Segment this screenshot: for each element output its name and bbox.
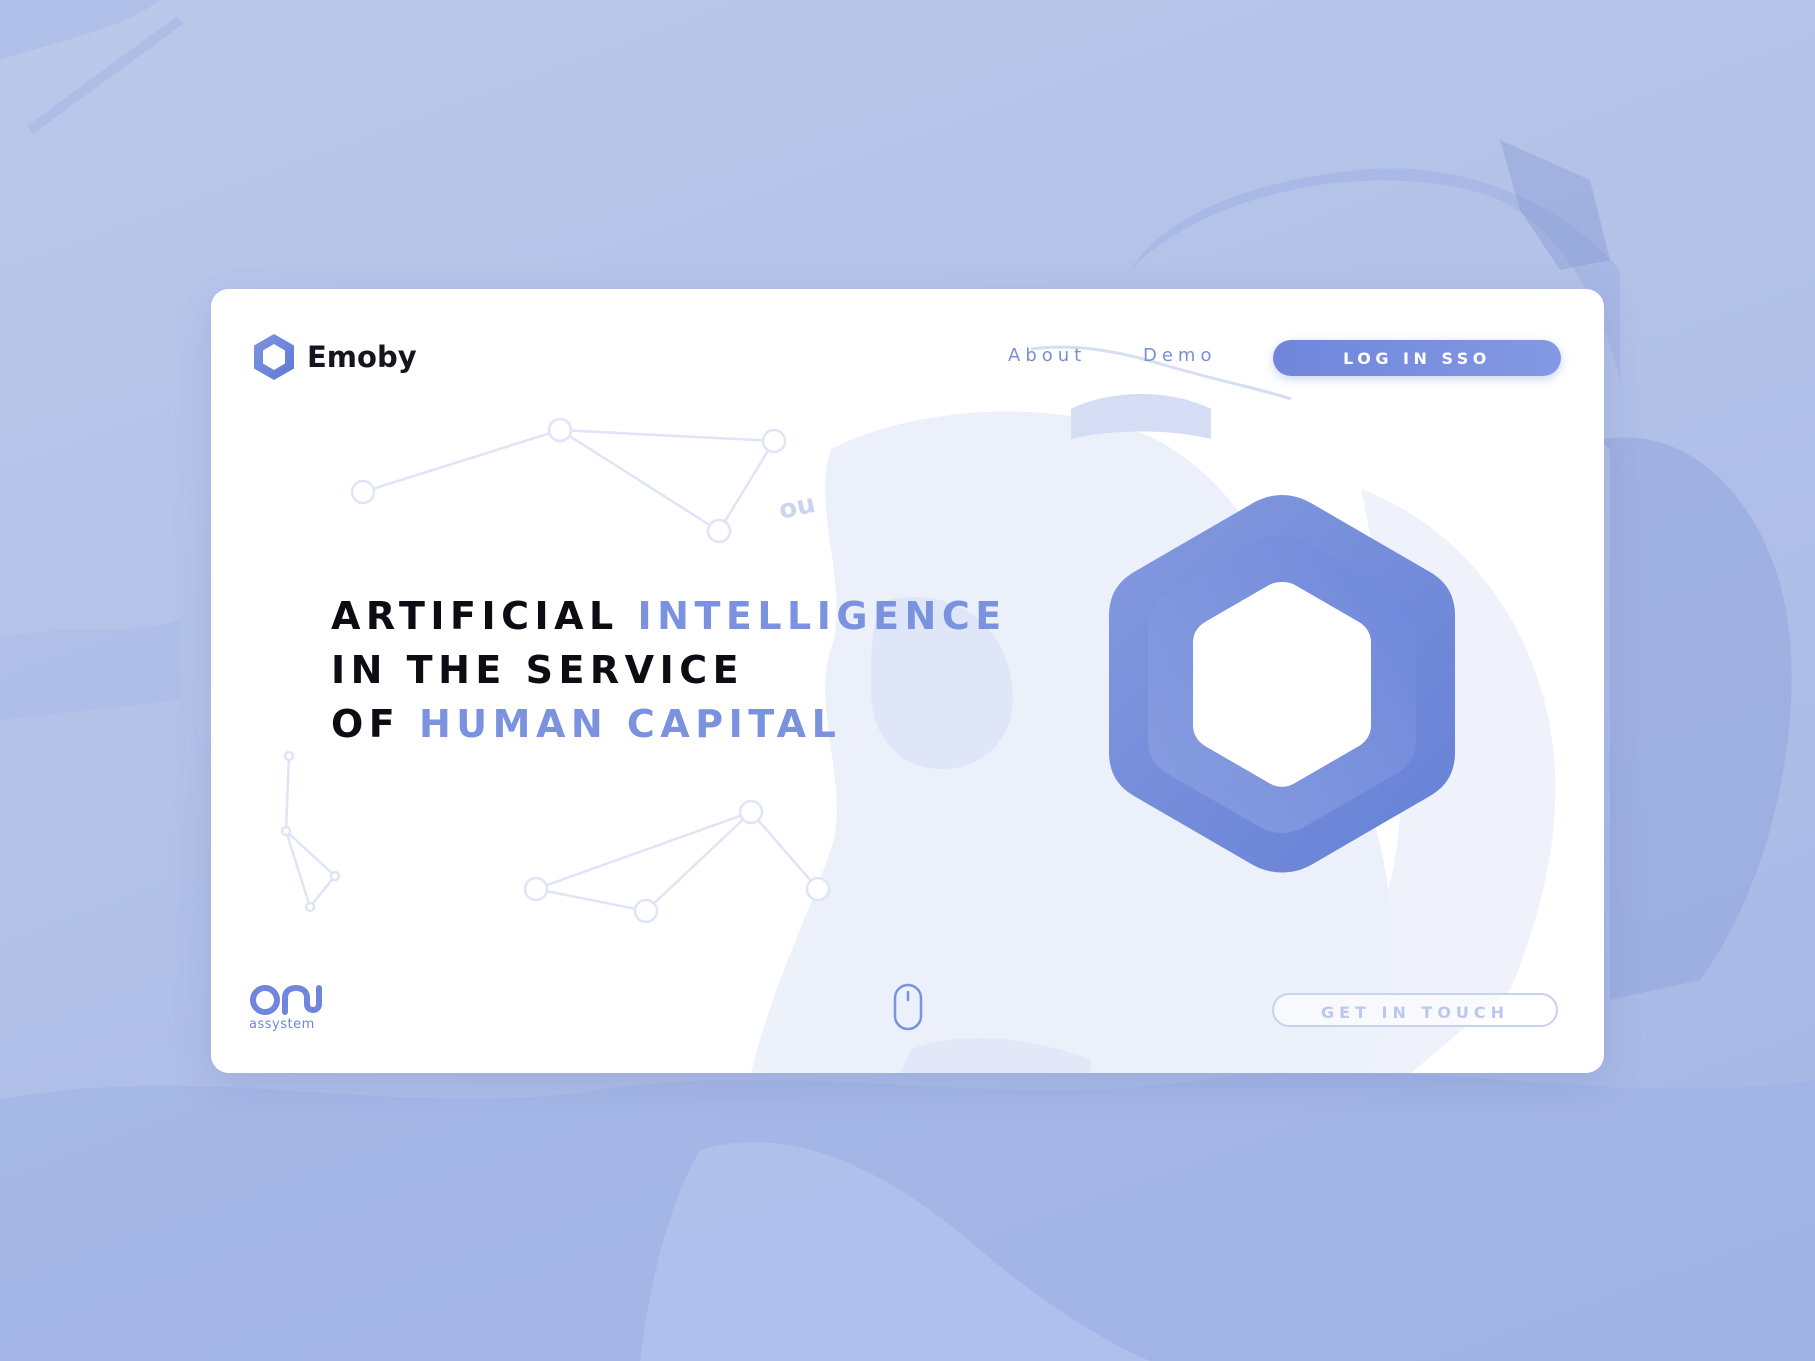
hero-headline: ARTIFICIAL INTELLIGENCE IN THE SERVICE O… xyxy=(331,589,1007,751)
brand-logo[interactable]: Emoby xyxy=(251,332,417,382)
assystem-partner-logo: assystem xyxy=(249,982,323,1034)
hexagon-brand-mark xyxy=(1109,495,1455,873)
get-in-touch-button[interactable]: GET IN TOUCH xyxy=(1272,993,1558,1027)
nav-demo-link[interactable]: Demo xyxy=(1143,345,1216,366)
headline-line3-dark: OF xyxy=(331,702,419,746)
page-background: ou xyxy=(0,0,1815,1361)
mouse-scroll-icon[interactable] xyxy=(893,983,923,1031)
login-sso-button[interactable]: LOG IN SSO xyxy=(1273,340,1561,376)
headline-line3-accent: HUMAN CAPITAL xyxy=(419,702,842,746)
assystem-wordmark: assystem xyxy=(249,1017,315,1032)
headline-line2: IN THE SERVICE xyxy=(331,648,745,692)
brand-name: Emoby xyxy=(307,340,417,374)
assystem-logo-icon xyxy=(250,984,322,1015)
hero-card: ou xyxy=(211,289,1604,1073)
headline-line1-accent: INTELLIGENCE xyxy=(637,594,1007,638)
nav-about-link[interactable]: About xyxy=(1008,345,1086,366)
headline-line1-dark: ARTIFICIAL xyxy=(331,594,638,638)
hexagon-logo-icon xyxy=(254,334,294,380)
